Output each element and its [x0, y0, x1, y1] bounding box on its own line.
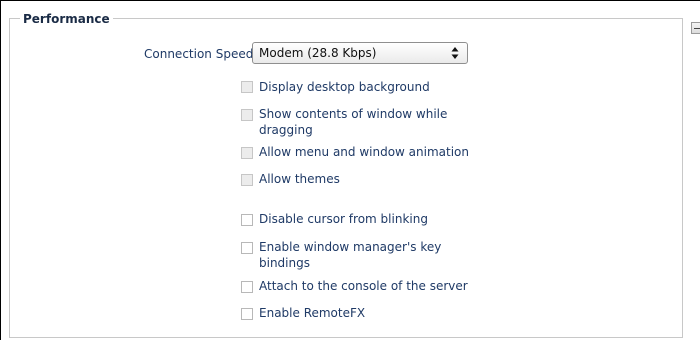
checkbox-disable-cursor-blinking[interactable]: [241, 214, 253, 226]
connection-speed-label: Connection Speed: [144, 47, 254, 61]
updown-arrows-icon: [451, 47, 459, 59]
checkbox-display-desktop-background[interactable]: [241, 81, 253, 93]
section-title: Performance: [20, 11, 113, 27]
checkbox-allow-themes[interactable]: [241, 174, 253, 186]
minus-icon: [694, 28, 700, 29]
collapse-button[interactable]: [691, 22, 700, 34]
connection-speed-value: Modem (28.8 Kbps): [259, 46, 377, 60]
option-label: Allow menu and window animation: [259, 145, 469, 159]
checkbox-attach-console[interactable]: [241, 281, 253, 293]
option-label: Enable window manager's key bindings: [259, 240, 442, 270]
checkbox-menu-window-animation[interactable]: [241, 147, 253, 159]
checkbox-window-manager-key-bindings[interactable]: [241, 242, 253, 254]
option-label: Allow themes: [259, 172, 340, 186]
option-label: Enable RemoteFX: [259, 306, 366, 320]
option-label: Display desktop background: [259, 80, 430, 94]
connection-speed-select[interactable]: Modem (28.8 Kbps): [252, 42, 468, 64]
option-label: Show contents of window while dragging: [259, 107, 448, 137]
option-label: Attach to the console of the server: [259, 279, 468, 293]
checkbox-enable-remotefx[interactable]: [241, 308, 253, 320]
option-label: Disable cursor from blinking: [259, 212, 428, 226]
checkbox-show-window-contents[interactable]: [241, 109, 253, 121]
performance-panel: Performance Connection Speed Modem (28.8…: [0, 0, 700, 340]
